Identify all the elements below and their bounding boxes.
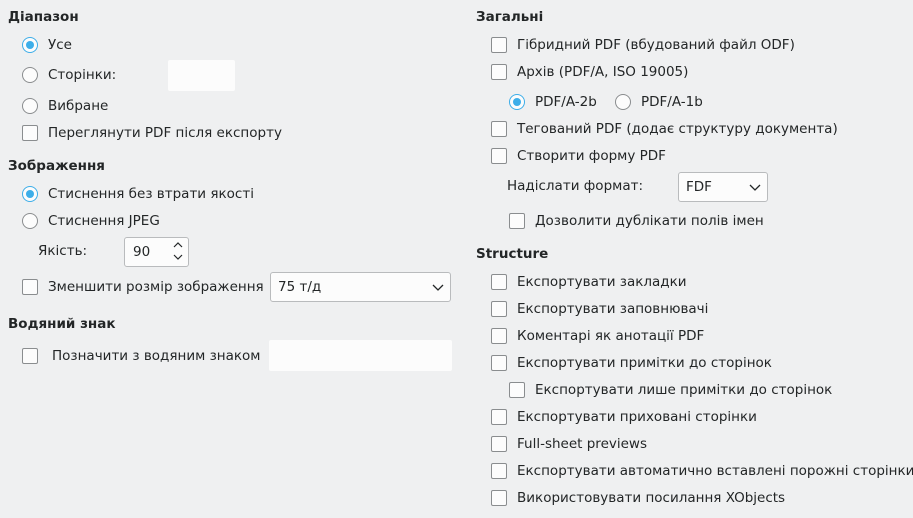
range-all-label: Усе (48, 37, 72, 53)
submit-format-value: FDF (686, 179, 712, 195)
view-pdf-checkbox[interactable]: Переглянути PDF після експорту (22, 123, 282, 143)
archive-checkbox[interactable]: Архів (PDF/A, ISO 19005) (491, 62, 688, 82)
notes-label: Експортувати примітки до сторінок (517, 355, 772, 371)
lossless-label: Стиснення без втрати якості (48, 186, 254, 202)
submit-format-dropdown[interactable]: FDF (678, 172, 768, 202)
range-selection-label: Вибране (48, 98, 109, 114)
watermark-input[interactable] (269, 340, 452, 371)
chevron-down-icon (432, 284, 444, 291)
fullsheet-checkbox[interactable]: Full-sheet previews (491, 434, 647, 454)
checkbox-icon (491, 37, 507, 53)
pdfa1b-label: PDF/A-1b (641, 94, 703, 110)
radio-checked-icon (509, 94, 525, 110)
checkbox-icon (491, 328, 507, 344)
quality-spinbox[interactable]: 90 (124, 237, 189, 267)
view-pdf-label: Переглянути PDF після експорту (48, 125, 282, 141)
fullsheet-label: Full-sheet previews (517, 436, 647, 452)
watermark-heading: Водяний знак (8, 316, 116, 332)
jpeg-label: Стиснення JPEG (48, 213, 160, 229)
images-heading: Зображення (8, 158, 105, 174)
resolution-value: 75 т/д (278, 279, 322, 295)
radio-checked-icon (22, 186, 38, 202)
checkbox-icon (491, 148, 507, 164)
range-all-radio[interactable]: Усе (22, 35, 72, 55)
pages-input[interactable] (168, 60, 235, 91)
create-form-checkbox[interactable]: Створити форму PDF (491, 146, 666, 166)
spin-up-icon[interactable] (173, 241, 183, 249)
range-selection-radio[interactable]: Вибране (22, 96, 108, 116)
radio-unchecked-icon (22, 67, 38, 83)
hybrid-pdf-label: Гібридний PDF (вбудований файл ODF) (517, 37, 795, 53)
lossless-radio[interactable]: Стиснення без втрати якості (22, 184, 254, 204)
hidden-pages-checkbox[interactable]: Експортувати приховані сторінки (491, 407, 757, 427)
jpeg-radio[interactable]: Стиснення JPEG (22, 211, 160, 231)
checkbox-icon (491, 64, 507, 80)
watermark-checkbox[interactable]: Позначити з водяним знаком (22, 346, 260, 366)
checkbox-icon (491, 121, 507, 137)
checkbox-icon (491, 463, 507, 479)
reduce-resolution-label: Зменшити розмір зображення (48, 279, 264, 295)
tagged-pdf-label: Тегований PDF (додає структуру документа… (517, 121, 838, 137)
placeholders-checkbox[interactable]: Експортувати заповнювачі (491, 299, 708, 319)
notes-only-label: Експортувати лише примітки до сторінок (535, 382, 833, 398)
checkbox-icon (509, 382, 525, 398)
notes-checkbox[interactable]: Експортувати примітки до сторінок (491, 353, 772, 373)
chevron-down-icon (749, 184, 761, 191)
placeholders-label: Експортувати заповнювачі (517, 301, 709, 317)
checkbox-icon (22, 348, 38, 364)
range-pages-label: Сторінки: (48, 67, 117, 83)
checkbox-icon (491, 490, 507, 506)
submit-format-label: Надіслати формат: (507, 178, 644, 194)
radio-unchecked-icon (22, 213, 38, 229)
resolution-dropdown[interactable]: 75 т/д (270, 272, 451, 302)
pdfa2b-radio[interactable]: PDF/A-2b (509, 92, 597, 112)
bookmarks-label: Експортувати закладки (517, 274, 687, 290)
structure-heading: Structure (476, 246, 549, 262)
bookmarks-checkbox[interactable]: Експортувати закладки (491, 272, 687, 292)
xobjects-checkbox[interactable]: Використовувати посилання XObjects (491, 488, 785, 508)
checkbox-icon (491, 355, 507, 371)
range-heading: Діапазон (8, 9, 79, 25)
quality-label: Якість: (38, 243, 88, 259)
allow-duplicates-label: Дозволити дублікати полів імен (535, 213, 764, 229)
comments-checkbox[interactable]: Коментарі як анотації PDF (491, 326, 704, 346)
allow-duplicates-checkbox[interactable]: Дозволити дублікати полів імен (509, 211, 764, 231)
archive-label: Архів (PDF/A, ISO 19005) (517, 64, 689, 80)
radio-checked-icon (22, 37, 38, 53)
xobjects-label: Використовувати посилання XObjects (517, 490, 786, 506)
notes-only-checkbox[interactable]: Експортувати лише примітки до сторінок (509, 380, 832, 400)
checkbox-icon (491, 409, 507, 425)
checkbox-icon (491, 436, 507, 452)
hidden-pages-label: Експортувати приховані сторінки (517, 409, 757, 425)
comments-label: Коментарі як анотації PDF (517, 328, 705, 344)
watermark-label: Позначити з водяним знаком (52, 348, 261, 364)
checkbox-icon (22, 279, 38, 295)
checkbox-icon (22, 125, 38, 141)
create-form-label: Створити форму PDF (517, 148, 666, 164)
range-pages-radio[interactable]: Сторінки: (22, 65, 116, 85)
reduce-resolution-checkbox[interactable]: Зменшити розмір зображення (22, 277, 264, 297)
radio-unchecked-icon (22, 98, 38, 114)
tagged-pdf-checkbox[interactable]: Тегований PDF (додає структуру документа… (491, 119, 838, 139)
checkbox-icon (491, 274, 507, 290)
hybrid-pdf-checkbox[interactable]: Гібридний PDF (вбудований файл ODF) (491, 35, 795, 55)
pdfa1b-radio[interactable]: PDF/A-1b (615, 92, 703, 112)
spin-down-icon[interactable] (173, 253, 183, 261)
empty-pages-checkbox[interactable]: Експортувати автоматично вставлені порож… (491, 461, 913, 481)
pdfa2b-label: PDF/A-2b (535, 94, 597, 110)
empty-pages-label: Експортувати автоматично вставлені порож… (517, 463, 913, 479)
radio-unchecked-icon (615, 94, 631, 110)
general-heading: Загальні (476, 9, 544, 25)
checkbox-icon (509, 213, 525, 229)
checkbox-icon (491, 301, 507, 317)
quality-value: 90 (133, 244, 151, 260)
